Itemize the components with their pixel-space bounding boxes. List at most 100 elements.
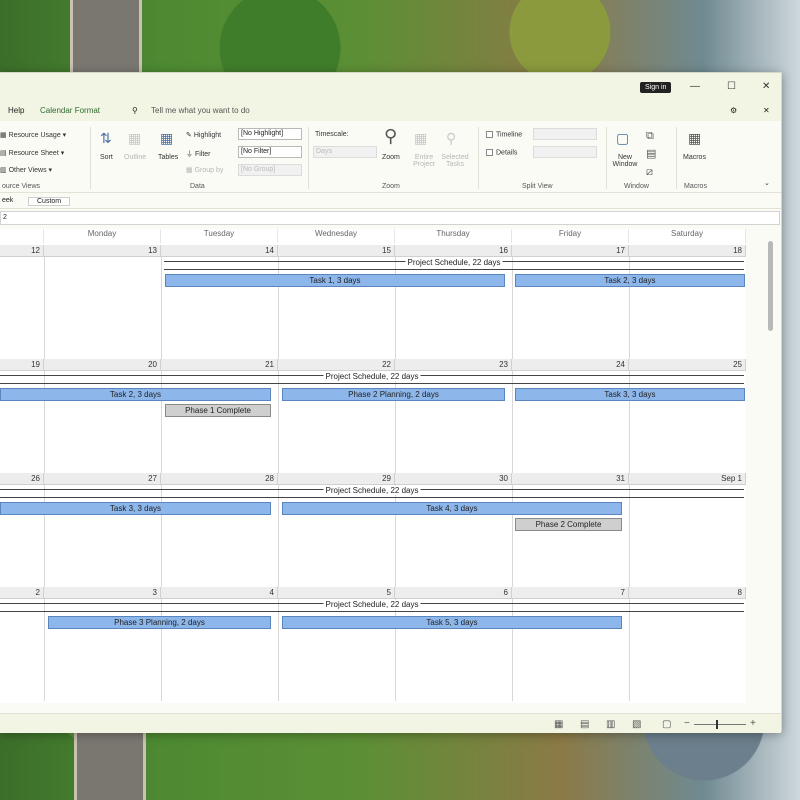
switch-windows-icon[interactable]: ⧉ (646, 129, 654, 143)
day-date[interactable]: Sep 1 (629, 473, 746, 485)
gantt-view-icon[interactable]: ▦ (554, 719, 563, 730)
ribbon: ▦ Resource Usage ▾ ▤ Resource Sheet ▾ ▥ … (0, 121, 781, 193)
day-date[interactable]: 26 (0, 473, 44, 485)
minimize-button[interactable]: — (690, 81, 700, 92)
day-date[interactable]: 27 (44, 473, 161, 485)
entire-project-button[interactable]: Entire Project (411, 154, 437, 168)
day-date[interactable]: 20 (44, 359, 161, 371)
task-bar[interactable]: Task 2, 3 days (0, 388, 271, 401)
timescale-dropdown[interactable]: Days (313, 146, 377, 158)
task-bar[interactable]: Task 1, 3 days (165, 274, 505, 287)
selected-tasks-button[interactable]: Selected Tasks (440, 154, 470, 168)
task-bar[interactable]: Phase 3 Planning, 2 days (48, 616, 271, 629)
day-date[interactable]: 19 (0, 359, 44, 371)
resource-sheet-view-icon[interactable]: ▧ (632, 719, 641, 730)
task-bar[interactable]: Task 3, 3 days (515, 388, 745, 401)
day-date[interactable]: 2 (0, 587, 44, 599)
day-date[interactable]: 22 (278, 359, 395, 371)
menu-calendar-format[interactable]: Calendar Format (40, 106, 100, 115)
task-bar[interactable]: Phase 2 Planning, 2 days (282, 388, 505, 401)
project-summary-bar[interactable]: Project Schedule, 22 days (0, 486, 744, 498)
team-planner-view-icon[interactable]: ▥ (606, 719, 615, 730)
arrange-all-icon[interactable]: ▤ (646, 147, 656, 161)
tables-button[interactable]: Tables (158, 154, 178, 161)
day-date[interactable]: 29 (278, 473, 395, 485)
maximize-button[interactable]: ☐ (727, 81, 736, 92)
group-by-dropdown[interactable]: [No Group] (238, 164, 302, 176)
sort-button[interactable]: Sort (100, 154, 113, 161)
group-by-button[interactable]: ▦ Group by (186, 166, 223, 174)
day-date[interactable]: 7 (512, 587, 629, 599)
filter-dropdown[interactable]: [No Filter] (238, 146, 302, 158)
sign-in-button[interactable]: Sign in (640, 82, 672, 93)
day-date[interactable]: 12 (0, 245, 44, 257)
vertical-scrollbar[interactable] (768, 241, 773, 331)
task-bar[interactable]: Task 2, 3 days (515, 274, 745, 287)
search-icon[interactable]: ⚲ (132, 106, 138, 115)
ribbon-separator (308, 127, 309, 189)
background-road (70, 0, 142, 72)
project-summary-bar[interactable]: Project Schedule, 22 days (164, 258, 744, 270)
report-view-icon[interactable]: ▢ (662, 719, 671, 730)
day-date[interactable]: 16 (395, 245, 512, 257)
other-views-button[interactable]: ▥ Other Views ▾ (0, 166, 52, 174)
resource-usage-button[interactable]: ▦ Resource Usage ▾ (0, 131, 66, 139)
day-date[interactable]: 6 (395, 587, 512, 599)
highlight-button[interactable]: ✎ Highlight (186, 131, 221, 139)
resource-sheet-icon: ▤ (0, 150, 7, 157)
day-date[interactable]: 24 (512, 359, 629, 371)
settings-icon[interactable]: ⚙ (730, 106, 737, 115)
day-date[interactable]: 23 (395, 359, 512, 371)
close-button[interactable]: ✕ (762, 81, 770, 92)
milestone-bar[interactable]: Phase 2 Complete (515, 518, 622, 531)
day-date[interactable]: 17 (512, 245, 629, 257)
task-usage-view-icon[interactable]: ▤ (580, 719, 589, 730)
day-date[interactable]: 31 (512, 473, 629, 485)
day-date[interactable]: 4 (161, 587, 278, 599)
day-date[interactable]: 14 (161, 245, 278, 257)
day-date[interactable]: 18 (629, 245, 746, 257)
day-date[interactable]: 8 (629, 587, 746, 599)
filter-button[interactable]: ⏚ Filter (186, 149, 211, 159)
day-date[interactable]: 28 (161, 473, 278, 485)
tab-week[interactable]: eek (2, 197, 13, 204)
project-summary-bar[interactable]: Project Schedule, 22 days (0, 372, 744, 384)
new-window-button[interactable]: New Window (609, 154, 641, 168)
day-date[interactable]: 5 (278, 587, 395, 599)
menu-help[interactable]: Help (8, 106, 24, 115)
zoom-out-icon[interactable]: − (684, 718, 690, 729)
outline-button[interactable]: Outline (124, 154, 146, 161)
day-date[interactable]: 3 (44, 587, 161, 599)
ribbon-close-button[interactable]: ✕ (763, 106, 770, 115)
highlight-dropdown[interactable]: [No Highlight] (238, 128, 302, 140)
collapse-ribbon-icon[interactable]: ⌄ (764, 179, 770, 187)
day-date[interactable]: 30 (395, 473, 512, 485)
calendar-week: 2 3 4 5 6 7 8 Project Schedule, 22 days … (0, 587, 746, 701)
day-header: Thursday (395, 229, 512, 243)
resource-sheet-button[interactable]: ▤ Resource Sheet ▾ (0, 149, 64, 157)
task-bar[interactable]: Task 5, 3 days (282, 616, 622, 629)
day-date[interactable]: 15 (278, 245, 395, 257)
task-bar[interactable]: Task 3, 3 days (0, 502, 271, 515)
tab-custom[interactable]: Custom (28, 197, 71, 206)
macros-button[interactable]: Macros (683, 154, 706, 161)
details-checkbox[interactable]: Details (486, 149, 517, 156)
day-header: Monday (44, 229, 161, 243)
day-date[interactable]: 25 (629, 359, 746, 371)
tell-me-search[interactable]: Tell me what you want to do (151, 106, 250, 115)
group-zoom: Zoom (382, 183, 400, 190)
day-date[interactable]: 13 (44, 245, 161, 257)
details-dropdown[interactable] (533, 146, 597, 158)
zoom-in-icon[interactable]: + (750, 718, 756, 729)
milestone-bar[interactable]: Phase 1 Complete (165, 404, 271, 417)
project-summary-bar[interactable]: Project Schedule, 22 days (0, 600, 744, 612)
timeline-dropdown[interactable] (533, 128, 597, 140)
timeline-checkbox[interactable]: Timeline (486, 131, 522, 138)
calendar-date-bar: 2 (0, 211, 780, 225)
day-date[interactable]: 21 (161, 359, 278, 371)
zoom-button[interactable]: Zoom (382, 154, 400, 161)
zoom-slider[interactable] (694, 720, 746, 729)
task-bar[interactable]: Task 4, 3 days (282, 502, 622, 515)
highlight-icon: ✎ (186, 132, 192, 139)
hide-window-icon[interactable]: ⧄ (646, 165, 653, 179)
